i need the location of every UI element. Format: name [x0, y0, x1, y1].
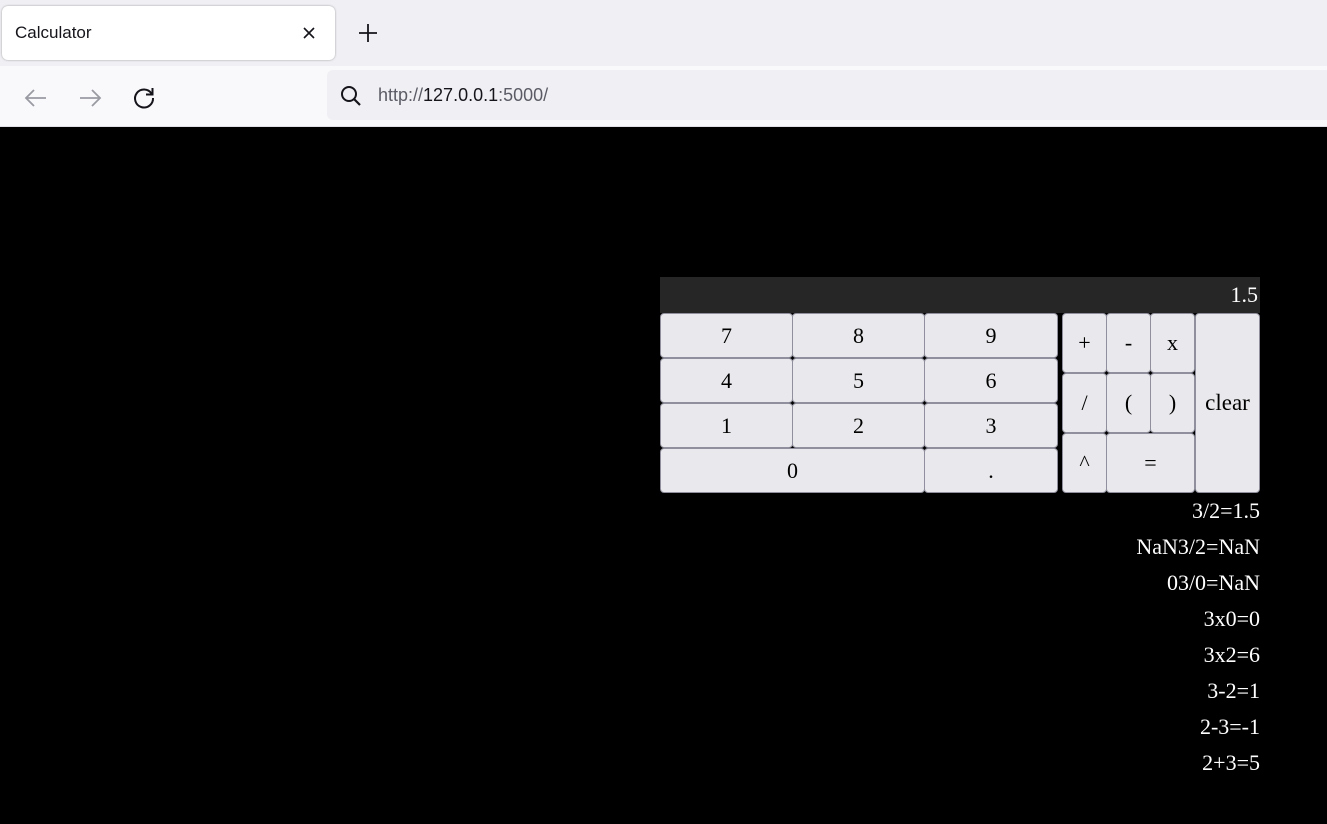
- calculator-display: 1.5: [660, 277, 1260, 313]
- key-plus[interactable]: +: [1062, 313, 1107, 373]
- key-2[interactable]: 2: [792, 403, 925, 448]
- url-text: http://127.0.0.1:5000/: [378, 85, 548, 106]
- reload-icon[interactable]: [130, 84, 158, 112]
- search-icon: [341, 86, 361, 106]
- key-3[interactable]: 3: [924, 403, 1058, 448]
- key-multiply[interactable]: x: [1150, 313, 1195, 373]
- tab-title: Calculator: [15, 23, 92, 42]
- browser-nav-bar: http://127.0.0.1:5000/: [0, 66, 1327, 127]
- history-item: NaN3/2=NaN: [1136, 534, 1260, 559]
- history-item: 2+3=5: [1202, 750, 1260, 775]
- key-0[interactable]: 0: [660, 448, 925, 493]
- history-item: 3/2=1.5: [1191, 498, 1260, 523]
- key-open-paren[interactable]: (: [1106, 373, 1151, 433]
- key-5[interactable]: 5: [792, 358, 925, 403]
- number-keypad: 7 8 9 4 5 6 1 2 3 0 .: [660, 313, 1058, 493]
- clear-button[interactable]: clear: [1195, 313, 1260, 493]
- history-item: 3-2=1: [1207, 678, 1260, 703]
- key-8[interactable]: 8: [792, 313, 925, 358]
- key-equals[interactable]: =: [1106, 433, 1195, 493]
- calculation-history: 3/2=1.5 NaN3/2=NaN 03/0=NaN 3x0=0 3x2=6 …: [900, 496, 1260, 784]
- plus-icon[interactable]: [355, 20, 381, 46]
- key-decimal[interactable]: .: [924, 448, 1058, 493]
- url-suffix: :5000/: [498, 85, 549, 105]
- history-item: 3x2=6: [1203, 642, 1260, 667]
- key-9[interactable]: 9: [924, 313, 1058, 358]
- history-item: 2-3=-1: [1199, 714, 1260, 739]
- close-icon[interactable]: [300, 24, 318, 42]
- key-power[interactable]: ^: [1062, 433, 1107, 493]
- browser-tab-bar: Calculator: [0, 0, 1327, 66]
- key-7[interactable]: 7: [660, 313, 793, 358]
- key-6[interactable]: 6: [924, 358, 1058, 403]
- forward-arrow-icon[interactable]: [76, 84, 104, 112]
- history-item: 03/0=NaN: [1166, 570, 1260, 595]
- browser-tab[interactable]: Calculator: [2, 6, 335, 60]
- key-4[interactable]: 4: [660, 358, 793, 403]
- url-host: 127.0.0.1: [423, 85, 499, 105]
- key-minus[interactable]: -: [1106, 313, 1151, 373]
- address-bar[interactable]: http://127.0.0.1:5000/: [327, 70, 1327, 120]
- key-close-paren[interactable]: ): [1150, 373, 1195, 433]
- back-arrow-icon[interactable]: [22, 84, 50, 112]
- history-item: 3x0=0: [1203, 606, 1260, 631]
- key-divide[interactable]: /: [1062, 373, 1107, 433]
- key-1[interactable]: 1: [660, 403, 793, 448]
- operator-keypad: + - x / ( ) ^ = clear: [1062, 313, 1260, 493]
- url-prefix: http://: [378, 85, 424, 105]
